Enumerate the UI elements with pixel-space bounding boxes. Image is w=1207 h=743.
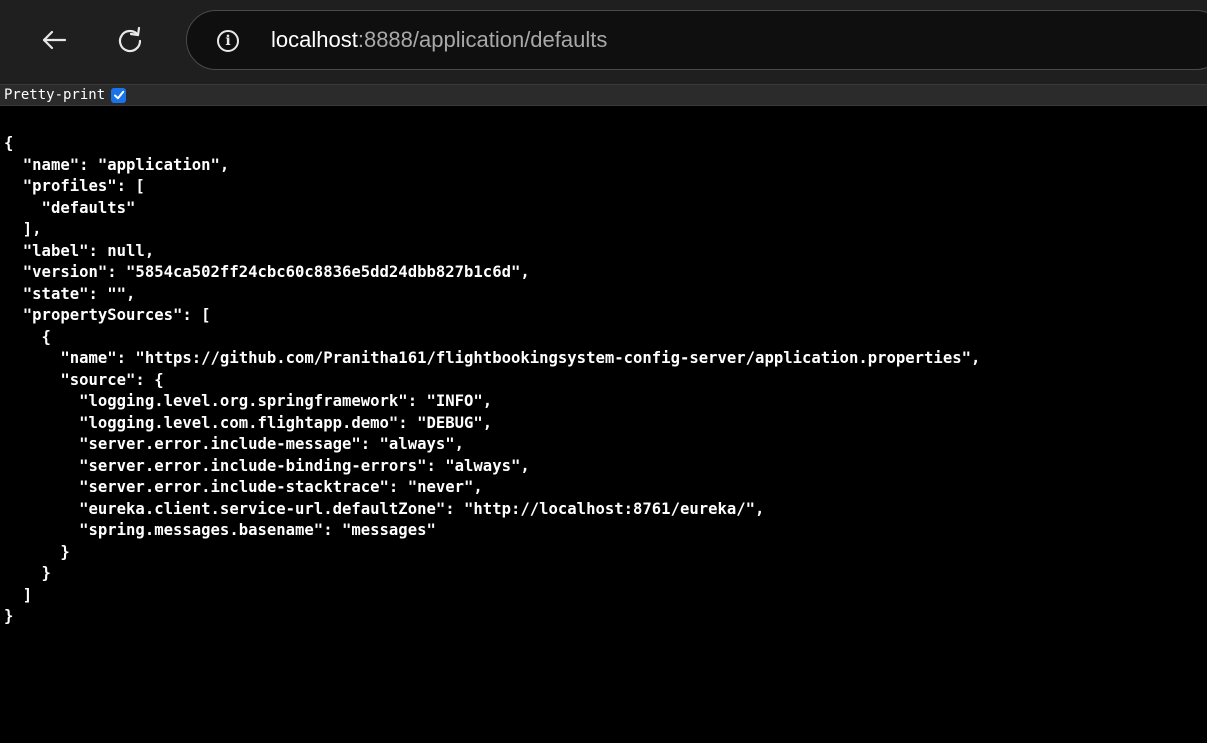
- pretty-print-bar: Pretty-print: [0, 84, 1207, 106]
- pretty-print-checkbox[interactable]: [111, 87, 127, 103]
- browser-toolbar: i localhost:8888/application/defaults: [0, 0, 1207, 84]
- arrow-left-icon: [42, 30, 67, 50]
- json-line: "logging.level.com.flightapp.demo": "DEB…: [4, 413, 493, 432]
- back-button[interactable]: [30, 16, 78, 64]
- url-path: :8888/application/defaults: [357, 27, 608, 52]
- json-line: "server.error.include-message": "always"…: [4, 435, 465, 453]
- url-host: localhost: [271, 27, 358, 52]
- json-line: "profiles": [: [4, 177, 145, 195]
- json-line: {: [4, 327, 51, 346]
- json-line: "server.error.include-binding-errors": "…: [4, 456, 530, 475]
- json-line: "spring.messages.basename": "messages": [4, 521, 436, 539]
- json-line: "server.error.include-stacktrace": "neve…: [4, 478, 483, 496]
- browser-window: i localhost:8888/application/defaults Pr…: [0, 0, 1207, 743]
- info-icon[interactable]: i: [217, 30, 239, 52]
- json-line: "state": "",: [4, 284, 136, 303]
- address-bar[interactable]: i localhost:8888/application/defaults: [186, 10, 1207, 70]
- json-line: "name": "application",: [4, 155, 230, 174]
- reload-icon: [118, 26, 142, 53]
- json-line: "version": "5854ca502ff24cbc60c8836e5dd2…: [4, 263, 530, 281]
- json-line: ]: [4, 585, 33, 604]
- json-line: {: [4, 134, 14, 152]
- json-line: ],: [4, 220, 42, 238]
- json-line: "name": "https://github.com/Pranitha161/…: [4, 349, 981, 367]
- json-line: "propertySources": [: [4, 306, 211, 324]
- json-content: { "name": "application", "profiles": [ "…: [4, 133, 1204, 628]
- json-line: }: [4, 607, 14, 625]
- json-line: }: [4, 542, 70, 561]
- json-line: "defaults": [4, 198, 136, 217]
- json-line: "eureka.client.service-url.defaultZone":…: [4, 499, 765, 518]
- checkmark-icon: [113, 90, 124, 100]
- pretty-print-label: Pretty-print: [4, 87, 106, 103]
- json-line: }: [4, 564, 51, 582]
- json-line: "logging.level.org.springframework": "IN…: [4, 392, 493, 410]
- reload-button[interactable]: [106, 16, 154, 64]
- url-text[interactable]: localhost:8888/application/defaults: [271, 11, 607, 69]
- json-line: "source": {: [4, 370, 164, 389]
- json-line: "label": null,: [4, 241, 155, 260]
